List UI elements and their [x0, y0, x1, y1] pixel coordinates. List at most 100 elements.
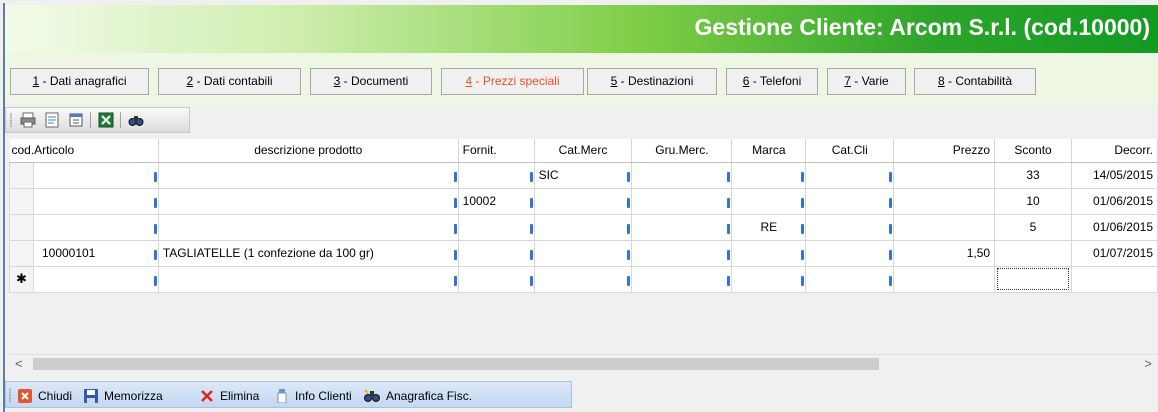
- cell-marca[interactable]: [731, 161, 807, 189]
- print-preview-icon[interactable]: [44, 112, 60, 128]
- row-selector[interactable]: [9, 239, 34, 267]
- cell-descrizione[interactable]: [157, 265, 459, 293]
- cell-cat-merc[interactable]: [533, 265, 633, 293]
- cell-cod-articolo[interactable]: [32, 187, 159, 215]
- cell-prezzo[interactable]: 1,50: [893, 239, 996, 267]
- tab-contabilita[interactable]: 8 - Contabilità: [914, 68, 1036, 95]
- chiudi-button[interactable]: Chiudi: [18, 387, 72, 405]
- elimina-button[interactable]: Elimina: [200, 387, 259, 405]
- cell-cat-cli[interactable]: [805, 187, 895, 215]
- info-clienti-button[interactable]: Info Clienti: [275, 387, 352, 405]
- col-header-fornit[interactable]: Fornit.: [458, 139, 535, 163]
- cell-descrizione[interactable]: [157, 213, 459, 241]
- cell-cat-merc[interactable]: SIC: [533, 161, 633, 189]
- cell-sconto[interactable]: [994, 265, 1072, 293]
- col-header-marca[interactable]: Marca: [731, 139, 807, 163]
- memorizza-button[interactable]: Memorizza: [84, 387, 163, 405]
- cell-sconto[interactable]: [994, 239, 1072, 267]
- binoculars-icon: [364, 389, 380, 402]
- cell-fornit[interactable]: [457, 265, 535, 293]
- cell-descrizione[interactable]: [157, 187, 459, 215]
- cell-fornit[interactable]: 10002: [457, 187, 535, 215]
- table-row[interactable]: RE 5 01/06/2015: [9, 213, 1158, 241]
- cell-gru-merc[interactable]: [631, 239, 733, 267]
- cell-marca[interactable]: [731, 265, 807, 293]
- cell-cod-articolo[interactable]: [32, 265, 159, 293]
- cell-cat-merc[interactable]: [533, 213, 633, 241]
- table-row[interactable]: SIC 33 14/05/2015: [9, 161, 1158, 189]
- scrollbar-thumb[interactable]: [33, 358, 879, 370]
- cell-descrizione[interactable]: [157, 161, 459, 189]
- close-icon: [18, 389, 32, 403]
- cell-decorr[interactable]: 14/05/2015: [1070, 161, 1158, 189]
- cell-cat-cli[interactable]: [805, 213, 895, 241]
- row-selector[interactable]: [9, 187, 34, 215]
- col-header-gru-merc[interactable]: Gru.Merc.: [631, 139, 733, 163]
- cell-sconto[interactable]: 5: [994, 213, 1072, 241]
- cell-cat-cli[interactable]: [805, 161, 895, 189]
- col-header-sconto[interactable]: Sconto: [994, 139, 1072, 163]
- cell-fornit[interactable]: [457, 161, 535, 189]
- cell-gru-merc[interactable]: [631, 187, 733, 215]
- cell-sconto[interactable]: 33: [994, 161, 1072, 189]
- new-row-marker[interactable]: ✱: [9, 265, 34, 293]
- tab-varie[interactable]: 7 - Varie: [827, 68, 906, 95]
- row-selector[interactable]: [9, 213, 34, 241]
- tab-dati-anagrafici[interactable]: 1 - Dati anagrafici: [10, 68, 149, 95]
- find-icon[interactable]: [128, 112, 144, 128]
- cell-gru-merc[interactable]: [631, 213, 733, 241]
- save-icon: [84, 389, 98, 403]
- cell-cat-merc[interactable]: [533, 239, 633, 267]
- row-selector[interactable]: [9, 161, 34, 189]
- cell-decorr[interactable]: [1070, 265, 1158, 293]
- toolbar-separator: [90, 112, 91, 128]
- cell-decorr[interactable]: 01/06/2015: [1070, 213, 1158, 241]
- cell-gru-merc[interactable]: [631, 161, 733, 189]
- cell-sconto[interactable]: 10: [994, 187, 1072, 215]
- cell-cat-cli[interactable]: [805, 239, 895, 267]
- col-header-decorr[interactable]: Decorr.: [1071, 139, 1158, 163]
- cell-decorr[interactable]: 01/07/2015: [1070, 239, 1158, 267]
- cell-cat-cli[interactable]: [805, 265, 895, 293]
- col-header-cod-articolo[interactable]: cod.Articolo: [9, 139, 159, 163]
- cell-fornit[interactable]: [457, 213, 535, 241]
- cell-prezzo[interactable]: [893, 161, 996, 189]
- col-header-prezzo[interactable]: Prezzo: [893, 139, 996, 163]
- cell-prezzo[interactable]: [893, 265, 996, 293]
- delete-icon: [201, 390, 213, 402]
- tab-destinazioni[interactable]: 5 - Destinazioni: [587, 68, 717, 95]
- table-row[interactable]: 10000101 TAGLIATELLE (1 confezione da 10…: [9, 239, 1158, 267]
- page-setup-icon[interactable]: [68, 112, 84, 128]
- col-header-cat-cli[interactable]: Cat.Cli: [805, 139, 895, 163]
- anagrafica-fisc-button[interactable]: Anagrafica Fisc.: [364, 387, 472, 405]
- col-header-descrizione[interactable]: descrizione prodotto: [158, 139, 459, 163]
- cell-cod-articolo[interactable]: [32, 213, 159, 241]
- toolbar-separator-2: [120, 112, 121, 128]
- table-row[interactable]: 10002 10 01/06/2015: [9, 187, 1158, 215]
- col-header-cat-merc[interactable]: Cat.Merc: [534, 139, 633, 163]
- tab-telefoni[interactable]: 6 - Telefoni: [726, 68, 818, 95]
- cell-prezzo[interactable]: [893, 187, 996, 215]
- horizontal-scrollbar[interactable]: < >: [9, 354, 1158, 372]
- scroll-left-icon[interactable]: <: [15, 356, 23, 371]
- cell-cod-articolo[interactable]: 10000101: [32, 239, 159, 267]
- tab-prezzi-speciali[interactable]: 4 - Prezzi speciali: [441, 68, 584, 95]
- new-row[interactable]: ✱: [9, 265, 1158, 293]
- toolbar-grip[interactable]: [10, 113, 12, 127]
- excel-export-icon[interactable]: [98, 112, 114, 128]
- tab-dati-contabili[interactable]: 2 - Dati contabili: [158, 68, 301, 95]
- cell-decorr[interactable]: 01/06/2015: [1070, 187, 1158, 215]
- scroll-right-icon[interactable]: >: [1144, 356, 1152, 371]
- cell-gru-merc[interactable]: [631, 265, 733, 293]
- cell-cat-merc[interactable]: [533, 187, 633, 215]
- cell-marca[interactable]: [731, 239, 807, 267]
- cell-marca[interactable]: [731, 187, 807, 215]
- cell-fornit[interactable]: [457, 239, 535, 267]
- cell-prezzo[interactable]: [893, 213, 996, 241]
- actionbar-grip[interactable]: [9, 388, 11, 402]
- cell-marca[interactable]: RE: [731, 213, 807, 241]
- tab-documenti[interactable]: 3 - Documenti: [310, 68, 432, 95]
- cell-descrizione[interactable]: TAGLIATELLE (1 confezione da 100 gr): [157, 239, 459, 267]
- print-icon[interactable]: [20, 112, 36, 128]
- cell-cod-articolo[interactable]: [32, 161, 159, 189]
